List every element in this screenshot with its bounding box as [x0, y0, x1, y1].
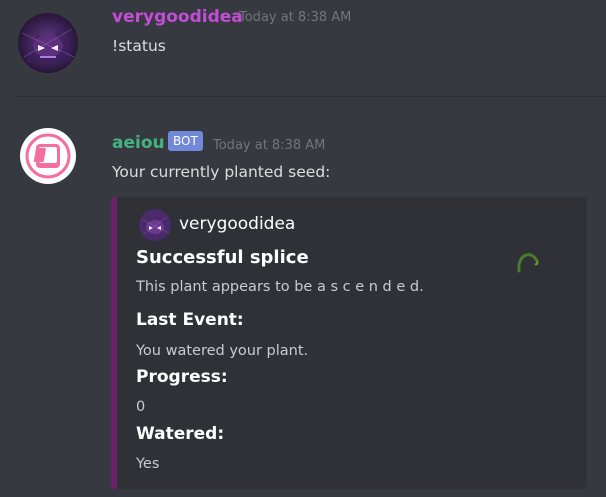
embed-field-value: Yes: [136, 456, 160, 472]
embed-field-name: Progress:: [136, 367, 228, 387]
embed-title: Successful splice: [136, 247, 309, 268]
embed-author-name[interactable]: verygoodidea: [179, 214, 295, 234]
message-timestamp: Today at 8:38 AM: [213, 138, 326, 153]
message-embed: verygoodidea Successful splice This plan…: [111, 197, 587, 489]
message-username[interactable]: verygoodidea: [112, 7, 243, 27]
message-timestamp: Today at 8:38 AM: [239, 10, 352, 25]
embed-field-value: 0: [136, 399, 146, 415]
embed-author-avatar[interactable]: [139, 209, 171, 241]
embed-field-name: Last Event:: [136, 310, 244, 330]
green-sprout-icon[interactable]: [513, 245, 541, 277]
message-username[interactable]: aeiou: [112, 133, 165, 153]
message-content: Your currently planted seed:: [112, 163, 331, 181]
message-content: !status: [112, 37, 166, 55]
embed-field-name: Watered:: [136, 424, 225, 444]
message-divider: [16, 96, 606, 97]
bot-badge: BOT: [168, 131, 203, 151]
purple-ghost-avatar[interactable]: [18, 13, 78, 73]
pink-tablet-avatar[interactable]: [18, 126, 78, 186]
embed-field-value: You watered your plant.: [136, 343, 309, 359]
embed-description: This plant appears to be a s c e n d e d…: [136, 279, 424, 295]
